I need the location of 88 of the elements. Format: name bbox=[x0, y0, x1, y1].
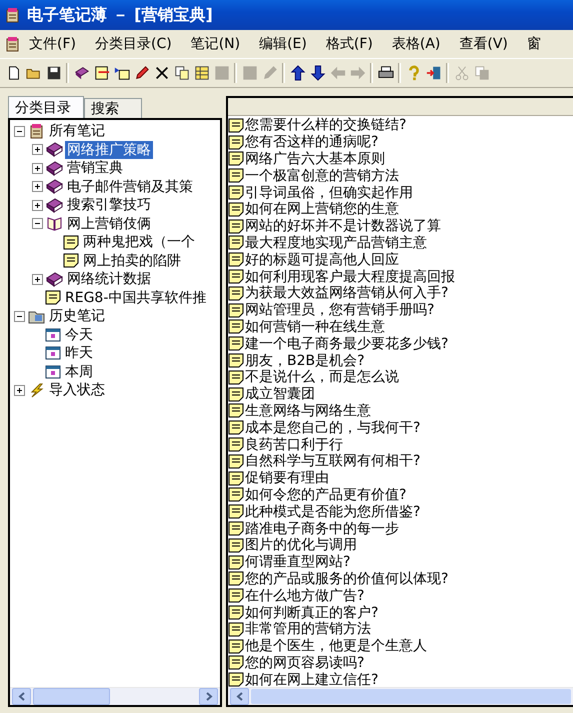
note-item[interactable]: 成立智囊团 bbox=[245, 386, 315, 402]
note-icon bbox=[63, 234, 79, 250]
note-item[interactable]: 自然科学与互联网有何相干? bbox=[245, 453, 420, 470]
tree-item[interactable]: 今天 bbox=[63, 326, 95, 344]
calendar-icon bbox=[45, 346, 61, 360]
note-item[interactable]: 网站管理员，您有营销手册吗? bbox=[245, 302, 434, 318]
note-item[interactable]: 您的网页容易读吗? bbox=[245, 654, 364, 671]
note-item[interactable]: 不是说什么，而是怎么说 bbox=[245, 369, 399, 386]
lightning-icon bbox=[28, 382, 45, 398]
scroll-bar[interactable] bbox=[228, 687, 573, 705]
tree-item[interactable]: 导入状态 bbox=[47, 381, 107, 400]
note-item[interactable]: 建一个电子商务最少要花多少钱? bbox=[245, 336, 448, 352]
tree-item[interactable]: 搜索引擎技巧 bbox=[65, 196, 153, 214]
note-item[interactable]: 如何在网上营销您的生意 bbox=[245, 201, 399, 218]
note-item[interactable]: 促销要有理由 bbox=[245, 470, 329, 486]
menu-item[interactable]: 表格(A) bbox=[384, 35, 452, 53]
book-icon bbox=[46, 160, 63, 176]
calendar-icon bbox=[45, 364, 61, 379]
notebook-icon bbox=[4, 7, 21, 23]
note-item[interactable]: 如何判断真正的客户? bbox=[245, 604, 378, 620]
note-item[interactable]: 踏准电子商务中的每一步 bbox=[245, 520, 399, 537]
expand-toggle[interactable] bbox=[32, 181, 43, 192]
tab[interactable]: 分类目录 bbox=[8, 96, 84, 118]
note-item[interactable]: 为获最大效益网络营销从何入手? bbox=[245, 285, 448, 302]
book-icon bbox=[46, 142, 63, 158]
window-title: 电子笔记薄 － [营销宝典] bbox=[27, 4, 213, 26]
notebook-icon bbox=[4, 36, 21, 52]
tree-item[interactable]: 网上营销伎俩 bbox=[65, 214, 153, 233]
menu-item[interactable]: 格式(F) bbox=[318, 35, 384, 53]
note-item[interactable]: 您有否这样的通病呢? bbox=[245, 134, 378, 150]
note-item[interactable]: 非常管用的营销方法 bbox=[245, 621, 371, 638]
tree-item[interactable]: 电子邮件营销及其策 bbox=[65, 178, 195, 196]
menu-item[interactable]: 文件(F) bbox=[21, 35, 87, 53]
tree-item[interactable]: 历史笔记 bbox=[47, 307, 107, 326]
menu-item[interactable]: 窗 bbox=[518, 35, 552, 53]
note-item[interactable]: 好的标题可提高他人回应 bbox=[245, 252, 399, 268]
note-item[interactable]: 最大程度地实现产品营销主意 bbox=[245, 234, 427, 251]
notebook-icon bbox=[28, 123, 45, 140]
note-item[interactable]: 一个极富创意的营销方法 bbox=[245, 168, 399, 184]
book-icon bbox=[46, 198, 63, 213]
tree-item[interactable]: 网络统计数据 bbox=[65, 270, 153, 288]
collapse-toggle[interactable] bbox=[32, 218, 43, 230]
menu-item[interactable]: 分类目录(C) bbox=[86, 35, 183, 53]
note-item[interactable]: 生意网络与网络生意 bbox=[245, 402, 371, 419]
calendar-icon bbox=[45, 328, 61, 342]
menu-item[interactable]: 笔记(N) bbox=[182, 35, 252, 53]
note-item[interactable]: 网络广告六大基本原则 bbox=[245, 150, 385, 167]
note-item[interactable]: 引导词虽俗，但确实起作用 bbox=[245, 184, 413, 201]
expand-toggle[interactable] bbox=[32, 200, 43, 211]
tree-item[interactable]: 网络推广策略 bbox=[65, 140, 153, 159]
tree-item[interactable]: 营销宝典 bbox=[65, 159, 125, 178]
note-item[interactable]: 如何利用现客户最大程度提高回报 bbox=[245, 268, 455, 285]
note-item[interactable]: 成本是您自己的，与我何干? bbox=[245, 420, 420, 436]
note-item[interactable]: 您需要什么样的交换链结? bbox=[245, 117, 406, 134]
tree-item[interactable]: 昨天 bbox=[63, 344, 95, 362]
folder-icon bbox=[28, 308, 45, 324]
note-item[interactable]: 图片的优化与调用 bbox=[245, 537, 357, 554]
note-item[interactable]: 此种模式是否能为您所借鉴? bbox=[245, 504, 420, 520]
note-item[interactable]: 何谓垂直型网站? bbox=[245, 554, 350, 570]
expand-toggle[interactable] bbox=[32, 144, 43, 156]
note-icon bbox=[63, 253, 79, 268]
book-icon bbox=[46, 272, 63, 287]
tree-item[interactable]: 所有笔记 bbox=[47, 122, 107, 140]
tree-item[interactable]: 两种鬼把戏（一个 bbox=[81, 233, 197, 252]
expand-toggle[interactable] bbox=[32, 274, 43, 285]
note-item[interactable]: 他是个医生，他更是个生意人 bbox=[245, 638, 427, 654]
expand-toggle[interactable] bbox=[32, 162, 43, 174]
collapse-toggle[interactable] bbox=[14, 310, 25, 322]
menu-item[interactable]: 查看(V) bbox=[451, 35, 519, 53]
tab[interactable]: 搜索 bbox=[84, 98, 142, 118]
tree-item[interactable]: 本周 bbox=[63, 362, 95, 381]
note-item[interactable]: 您的产品或服务的价值何以体现? bbox=[245, 570, 448, 587]
note-item[interactable]: 朋友，B2B是机会? bbox=[245, 352, 365, 369]
note-icon bbox=[45, 290, 61, 306]
menu-item[interactable]: 编辑(E) bbox=[251, 35, 318, 53]
note-item[interactable]: 良药苦口利于行 bbox=[245, 436, 343, 453]
open-book-icon bbox=[46, 216, 63, 232]
tree-item[interactable]: REG8-中国共享软件推 bbox=[63, 288, 208, 307]
note-item[interactable]: 如何在网上建立信任? bbox=[245, 672, 378, 687]
collapse-toggle[interactable] bbox=[14, 126, 25, 137]
note-item[interactable]: 如何营销一种在线生意 bbox=[245, 318, 385, 335]
book-icon bbox=[46, 179, 63, 194]
note-item[interactable]: 如何令您的产品更有价值? bbox=[245, 486, 406, 503]
scroll-bar[interactable] bbox=[10, 687, 220, 705]
tree-item[interactable]: 网上拍卖的陷阱 bbox=[81, 252, 183, 270]
expand-toggle[interactable] bbox=[14, 384, 25, 396]
note-item[interactable]: 在什么地方做广告? bbox=[245, 588, 364, 604]
note-item[interactable]: 网站的好坏并不是计数器说了算 bbox=[245, 218, 441, 234]
